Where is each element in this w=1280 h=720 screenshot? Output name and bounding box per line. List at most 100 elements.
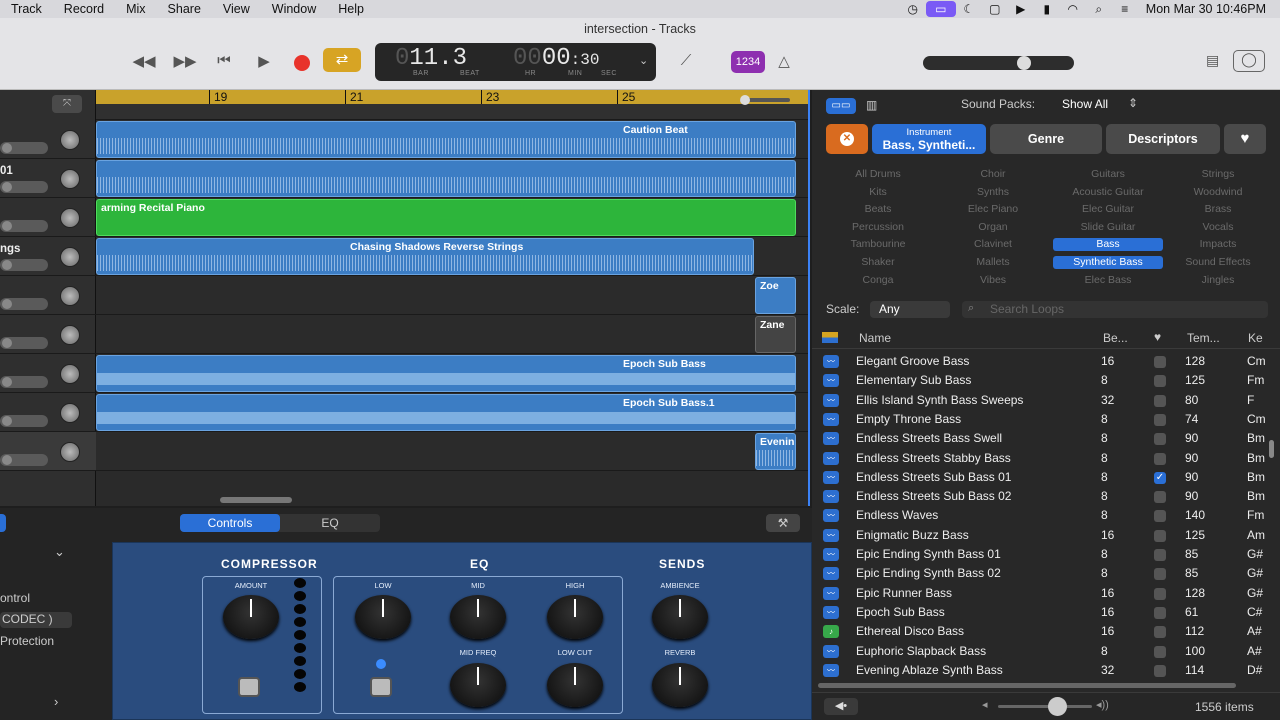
compressor-toggle[interactable]	[238, 677, 260, 697]
category-button[interactable]: Clavinet	[938, 238, 1048, 251]
loop-row[interactable]: 〰 Endless Waves 8 140 Fm	[812, 506, 1268, 525]
category-button[interactable]: Strings	[1163, 168, 1273, 181]
wifi-icon[interactable]: ◠	[1060, 2, 1086, 16]
category-button[interactable]: Percussion	[823, 221, 933, 234]
mute-toggle[interactable]	[0, 376, 48, 388]
column-view-icon[interactable]: ▥	[866, 98, 877, 112]
category-button[interactable]: Elec Piano	[938, 203, 1048, 216]
favorite-checkbox[interactable]	[1154, 626, 1166, 639]
menu-mix[interactable]: Mix	[115, 2, 156, 16]
tab-eq[interactable]: EQ	[280, 514, 380, 532]
spotlight-search-icon[interactable]: ⌕	[1086, 2, 1112, 17]
loop-row[interactable]: ♪ Ethereal Disco Bass 16 112 A#	[812, 622, 1268, 641]
favorite-checkbox[interactable]	[1154, 549, 1166, 561]
heart-icon[interactable]: ♥	[1224, 124, 1266, 154]
column-name[interactable]: Name	[859, 331, 891, 345]
audio-region[interactable]: Evenin	[755, 433, 796, 470]
loop-row[interactable]: 〰 Epic Runner Bass 16 128 G#	[812, 584, 1268, 603]
track-header[interactable]	[0, 354, 96, 393]
loop-row[interactable]: 〰 Endless Streets Sub Bass 01 8 ✓ 90 Bm	[812, 468, 1268, 487]
eq-low-knob[interactable]	[355, 595, 411, 639]
metronome-icon[interactable]: △	[771, 52, 797, 70]
moon-icon[interactable]: ☾	[956, 2, 982, 16]
category-button[interactable]: Organ	[938, 221, 1048, 234]
loop-list-hscrollbar[interactable]	[818, 683, 1236, 688]
mid-freq-knob[interactable]	[450, 663, 506, 707]
loop-row[interactable]: 〰 Euphoric Slapback Bass 8 100 A#	[812, 642, 1268, 661]
rewind-icon[interactable]: ◀◀	[131, 52, 157, 70]
category-button[interactable]: Brass	[1163, 203, 1273, 216]
category-button[interactable]: Choir	[938, 168, 1048, 181]
favorite-checkbox[interactable]: ✓	[1154, 471, 1166, 484]
loop-row[interactable]: 〰 Epic Ending Synth Bass 01 8 85 G#	[812, 545, 1268, 564]
zoom-slider-knob[interactable]	[740, 95, 750, 105]
category-button[interactable]: Guitars	[1053, 168, 1163, 181]
eq-toggle[interactable]	[370, 677, 392, 697]
category-button[interactable]: Elec Guitar	[1053, 203, 1163, 216]
note-pad-icon[interactable]: ▤	[1206, 52, 1219, 69]
favorite-checkbox[interactable]	[1154, 568, 1166, 581]
track-header[interactable]	[0, 120, 96, 159]
audio-region[interactable]: Epoch Sub Bass	[96, 355, 796, 392]
favorite-checkbox[interactable]	[1154, 433, 1166, 446]
fast-forward-icon[interactable]: ▶▶	[172, 52, 198, 70]
battery-icon[interactable]: ▮	[1034, 2, 1060, 16]
category-button[interactable]: Kits	[823, 186, 933, 199]
chevron-updown-icon[interactable]: ⇕	[1128, 96, 1138, 110]
loop-row[interactable]: 〰 Endless Streets Bass Swell 8 90 Bm	[812, 429, 1268, 448]
category-button[interactable]: Impacts	[1163, 238, 1273, 251]
audio-region[interactable]: Caution Beat	[96, 121, 796, 158]
sound-packs-select[interactable]: Show All	[1062, 97, 1108, 111]
mute-toggle[interactable]	[0, 259, 48, 271]
favorite-checkbox[interactable]	[1154, 394, 1166, 407]
column-tempo[interactable]: Tem...	[1187, 331, 1220, 345]
favorite-checkbox[interactable]	[1154, 413, 1166, 426]
menu-window[interactable]: Window	[261, 2, 327, 16]
record-button[interactable]	[294, 55, 310, 71]
volume-knob[interactable]	[60, 286, 80, 306]
volume-knob[interactable]	[60, 403, 80, 423]
tuner-icon[interactable]: ⟋	[673, 52, 699, 69]
category-button[interactable]: Woodwind	[1163, 186, 1273, 199]
horizontal-scrollbar[interactable]	[220, 497, 292, 503]
category-button[interactable]: Vibes	[938, 274, 1048, 287]
mute-toggle[interactable]	[0, 454, 48, 466]
volume-knob[interactable]	[60, 247, 80, 267]
volume-knob[interactable]	[60, 130, 80, 150]
low-cut-knob[interactable]	[547, 663, 603, 707]
audio-region[interactable]: Zoe	[755, 277, 796, 314]
track-header[interactable]	[0, 276, 96, 315]
category-button[interactable]: Elec Bass	[1053, 274, 1163, 287]
instrument-filter-button[interactable]: Instrument Bass, Syntheti...	[872, 124, 986, 154]
stage-manager-icon[interactable]: ▢	[982, 2, 1008, 16]
now-playing-icon[interactable]: ▶	[1008, 2, 1034, 16]
control-center-icon[interactable]: ≡	[1112, 2, 1138, 16]
tab-controls[interactable]: Controls	[180, 514, 280, 532]
audio-region[interactable]	[96, 160, 796, 197]
button-view-icon[interactable]: ▭▭	[826, 98, 856, 114]
audio-region[interactable]: Epoch Sub Bass.1	[96, 394, 796, 431]
chevron-right-icon[interactable]: ›	[54, 694, 58, 709]
favorite-checkbox[interactable]	[1154, 529, 1166, 542]
genre-button[interactable]: Genre	[990, 124, 1102, 154]
menu-track[interactable]: Track	[0, 2, 53, 16]
loop-row[interactable]: 〰 Epoch Sub Bass 16 61 C#	[812, 603, 1268, 622]
wrench-icon[interactable]: ⚒	[766, 514, 800, 532]
chevron-down-icon[interactable]: ⌄	[639, 54, 648, 67]
mute-toggle[interactable]	[0, 220, 48, 232]
master-volume-knob[interactable]	[1017, 56, 1031, 70]
column-favorite-heart-icon[interactable]: ♥	[1154, 330, 1161, 344]
category-button[interactable]: Mallets	[938, 256, 1048, 269]
scale-select[interactable]: Any	[870, 301, 950, 318]
category-button[interactable]: Tambourine	[823, 238, 933, 251]
menu-view[interactable]: View	[212, 2, 261, 16]
loop-list-scrollbar[interactable]	[1269, 440, 1274, 458]
volume-knob[interactable]	[60, 169, 80, 189]
ambience-knob[interactable]	[652, 595, 708, 639]
favorite-checkbox[interactable]	[1154, 356, 1166, 368]
column-key[interactable]: Ke	[1248, 331, 1263, 345]
favorite-checkbox[interactable]	[1154, 375, 1166, 388]
loop-row[interactable]: 〰 Epic Ending Synth Bass 02 8 85 G#	[812, 564, 1268, 583]
loop-row[interactable]: 〰 Endless Streets Sub Bass 02 8 90 Bm	[812, 487, 1268, 506]
catch-playhead-icon[interactable]: ⤧	[52, 95, 82, 113]
